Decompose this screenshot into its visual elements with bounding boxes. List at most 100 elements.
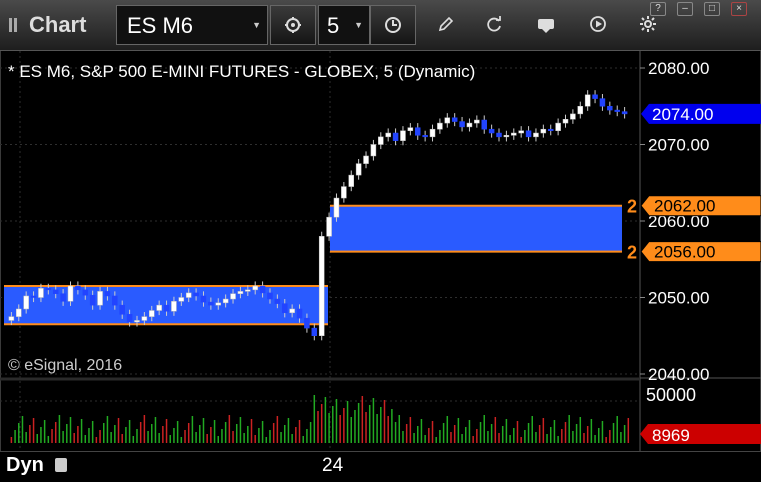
- zone-low-flag: 2056.00 2: [627, 241, 761, 263]
- candle-up: [185, 292, 192, 298]
- candle-up: [533, 132, 539, 138]
- price-axis-tick: 2050.00: [648, 289, 709, 308]
- zone-low-count: 2: [627, 243, 637, 263]
- settings-icon[interactable]: [638, 14, 658, 34]
- candle-up: [230, 293, 236, 300]
- candle-down: [592, 94, 598, 99]
- candle-up: [348, 174, 354, 187]
- candle-down: [104, 291, 111, 297]
- symbol-dropdown-icon[interactable]: ▼: [252, 20, 261, 30]
- candle-up: [562, 119, 569, 124]
- price-chart[interactable]: * ES M6, S&P 500 E-MINI FUTURES - GLOBEX…: [0, 51, 761, 451]
- candle-up: [429, 128, 436, 138]
- last-volume-flag: 8969: [640, 424, 761, 445]
- volume-layer: [10, 395, 630, 443]
- candle-up: [400, 130, 406, 141]
- chart-window: Chart ES M6 ▼ 5 ▼ ? – □ × * ES M6, S&P 5…: [0, 0, 761, 482]
- candle-up: [171, 301, 177, 312]
- drag-grip-icon[interactable]: [9, 18, 19, 32]
- window-title: Chart: [29, 12, 87, 37]
- candle-up: [570, 113, 576, 120]
- candle-up: [444, 117, 451, 124]
- interval-value: 5: [327, 13, 340, 38]
- interval-dropdown-icon[interactable]: ▼: [354, 20, 363, 30]
- dynamic-mode-label[interactable]: Dyn: [6, 454, 44, 477]
- candle-down: [488, 128, 495, 134]
- candle-up: [318, 236, 325, 336]
- x-axis-tick: 24: [322, 455, 344, 476]
- play-icon[interactable]: [588, 14, 608, 34]
- zone-high-count: 2: [627, 197, 637, 217]
- get-icon[interactable]: [536, 14, 556, 34]
- candle-down: [75, 285, 81, 291]
- candle-up: [237, 291, 244, 294]
- candle-down: [451, 117, 458, 122]
- candle-up: [333, 197, 340, 218]
- candle-down: [45, 288, 52, 291]
- candle-down: [259, 285, 266, 294]
- zone-high-flag: 2062.00 2: [627, 195, 761, 217]
- candle-up: [156, 304, 162, 311]
- candle-down: [621, 111, 628, 115]
- candle-up: [540, 128, 547, 134]
- symbol-input[interactable]: ES M6 ▼: [116, 5, 268, 45]
- candle-up: [407, 127, 414, 131]
- candle-down: [481, 119, 487, 130]
- candle-up: [370, 144, 377, 157]
- candle-up: [577, 106, 584, 115]
- candle-down: [267, 292, 273, 300]
- time-axis[interactable]: Dyn 24: [0, 451, 761, 482]
- candle-down: [547, 128, 554, 131]
- link-icon: [285, 17, 301, 33]
- candle-up: [222, 298, 229, 304]
- candle-up: [555, 122, 561, 131]
- candle-down: [304, 317, 310, 329]
- interval-input[interactable]: 5 ▼: [318, 5, 370, 45]
- price-axis-tick: 2080.00: [648, 59, 709, 78]
- candle-up: [289, 308, 295, 314]
- candle-down: [119, 304, 125, 315]
- candle-down: [193, 292, 199, 297]
- last-volume-label: 8969: [652, 426, 690, 445]
- candle-down: [82, 289, 89, 296]
- refresh-icon[interactable]: [484, 14, 504, 34]
- candle-up: [134, 320, 140, 323]
- title-bar[interactable]: Chart ES M6 ▼ 5 ▼ ? – □ ×: [0, 0, 761, 51]
- candle-down: [274, 298, 281, 304]
- symbol-value: ES M6: [127, 13, 194, 38]
- candle-up: [252, 285, 258, 291]
- candle-up: [385, 132, 391, 138]
- candle-up: [16, 308, 22, 317]
- candle-down: [200, 295, 207, 303]
- candle-up: [355, 163, 362, 176]
- help-button[interactable]: ?: [650, 2, 666, 16]
- candle-up: [8, 316, 15, 321]
- candle-up: [584, 94, 591, 107]
- candle-down: [282, 303, 288, 314]
- zone-low-label: 2056.00: [654, 243, 715, 262]
- link-button[interactable]: [270, 5, 316, 45]
- candle-down: [599, 98, 606, 107]
- candle-down: [614, 109, 620, 112]
- candle-up: [38, 288, 44, 298]
- candle-down: [607, 106, 613, 111]
- candle-up: [511, 132, 517, 136]
- lock-icon[interactable]: [55, 458, 67, 472]
- last-price-flag: 2074.00: [641, 103, 761, 124]
- candle-down: [52, 289, 59, 294]
- candle-down: [422, 135, 428, 138]
- minimize-button[interactable]: –: [677, 2, 693, 16]
- support-resistance-zone: [330, 205, 622, 252]
- pencil-icon[interactable]: [436, 14, 456, 34]
- clock-icon: [385, 17, 401, 33]
- zone-layer: [4, 204, 622, 326]
- candle-down: [60, 293, 66, 302]
- clock-button[interactable]: [370, 5, 416, 45]
- candle-down: [163, 304, 170, 312]
- maximize-button[interactable]: □: [704, 2, 720, 16]
- candle-down: [311, 327, 318, 337]
- candle-down: [126, 314, 133, 323]
- candle-up: [23, 295, 29, 310]
- volume-axis-tick: 50000: [646, 385, 696, 405]
- close-button[interactable]: ×: [731, 2, 747, 16]
